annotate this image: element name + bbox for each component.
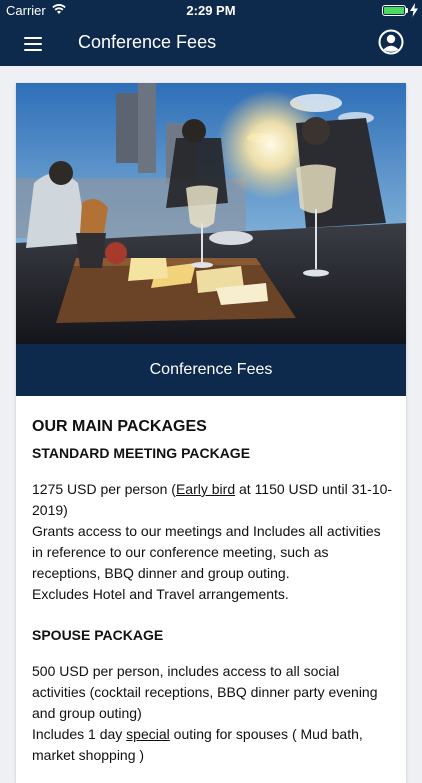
battery-level [384,7,404,14]
status-bar: Carrier 2:29 PM [0,0,422,22]
content-card: Conference Fees OUR MAIN PACKAGES STANDA… [16,83,406,783]
charging-bolt-icon [410,3,418,17]
battery-icon [382,5,406,16]
user-profile-icon[interactable] [378,29,404,55]
spouse-package-title: SPOUSE PACKAGE [32,627,164,643]
spouse-description: 500 USD per person, includes access to a… [32,663,378,721]
banner-title: Conference Fees [16,344,406,396]
hamburger-icon[interactable] [22,34,46,54]
packages-heading: OUR MAIN PACKAGES [32,418,207,435]
standard-price: 1275 USD per person (Early bird at 1150 … [32,481,393,518]
early-bird-link[interactable]: Early bird [176,481,235,497]
hero-image [16,83,406,344]
standard-package-title: STANDARD MEETING PACKAGE [32,445,251,461]
page-title: Conference Fees [78,32,217,52]
standard-exclusions: Excludes Hotel and Travel arrangements. [32,586,289,602]
battery-cap [406,8,408,13]
nav-bar: Conference Fees [0,22,422,66]
special-link[interactable]: special [126,726,170,742]
status-time: 2:29 PM [186,3,236,18]
spouse-outing: Includes 1 day special outing for spouse… [32,726,363,763]
packages-content: OUR MAIN PACKAGES STANDARD MEETING PACKA… [32,396,394,766]
spouse-package-body: 500 USD per person, includes access to a… [32,661,394,766]
standard-package-body: 1275 USD per person (Early bird at 1150 … [32,479,394,605]
standard-description: Grants access to our meetings and Includ… [32,523,381,581]
